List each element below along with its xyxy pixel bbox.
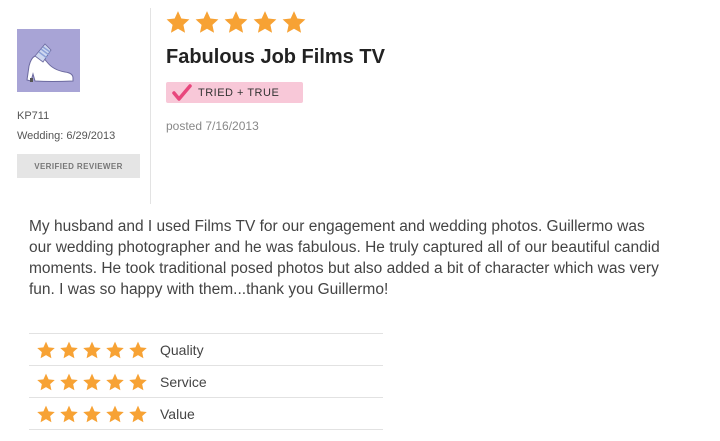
star-filled-icon	[282, 11, 306, 33]
vertical-divider	[150, 8, 151, 204]
star-filled-icon	[166, 11, 190, 33]
star-filled-icon	[106, 373, 124, 390]
rating-row-quality: Quality	[29, 333, 383, 365]
star-filled-icon	[37, 373, 55, 390]
rating-stars	[36, 404, 148, 424]
rating-label: Value	[160, 405, 195, 422]
star-filled-icon	[253, 11, 277, 33]
avatar[interactable]	[17, 29, 80, 92]
star-filled-icon	[195, 11, 219, 33]
wedding-date: Wedding: 6/29/2013	[17, 130, 116, 142]
rating-row-service: Service	[29, 365, 383, 397]
review-body: My husband and I used Films TV for our e…	[29, 218, 660, 298]
star-filled-icon	[129, 405, 147, 422]
star-filled-icon	[224, 11, 248, 33]
rating-label: Service	[160, 373, 207, 390]
rating-label: Quality	[160, 341, 204, 358]
star-filled-icon	[129, 341, 147, 358]
category-ratings: Quality Service Value	[29, 333, 383, 430]
shoe-icon	[25, 42, 73, 82]
star-filled-icon	[37, 405, 55, 422]
star-filled-icon	[106, 405, 124, 422]
checkmark-icon	[172, 83, 192, 101]
star-filled-icon	[37, 341, 55, 358]
star-filled-icon	[83, 405, 101, 422]
rating-row-value: Value	[29, 397, 383, 430]
star-filled-icon	[60, 373, 78, 390]
verified-reviewer-badge: VERIFIED REVIEWER	[17, 154, 140, 178]
rating-stars	[36, 372, 148, 392]
rating-stars	[36, 340, 148, 360]
overall-rating-stars	[165, 9, 307, 35]
posted-date: posted 7/16/2013	[166, 119, 259, 133]
star-filled-icon	[83, 373, 101, 390]
star-filled-icon	[60, 341, 78, 358]
tried-true-label: TRIED + TRUE	[198, 86, 280, 99]
reviewer-username[interactable]: KP711	[17, 110, 49, 122]
star-filled-icon	[83, 341, 101, 358]
star-filled-icon	[129, 373, 147, 390]
star-filled-icon	[106, 341, 124, 358]
star-filled-icon	[60, 405, 78, 422]
review-title: Fabulous Job Films TV	[166, 46, 385, 68]
tried-true-badge: TRIED + TRUE	[166, 82, 303, 103]
